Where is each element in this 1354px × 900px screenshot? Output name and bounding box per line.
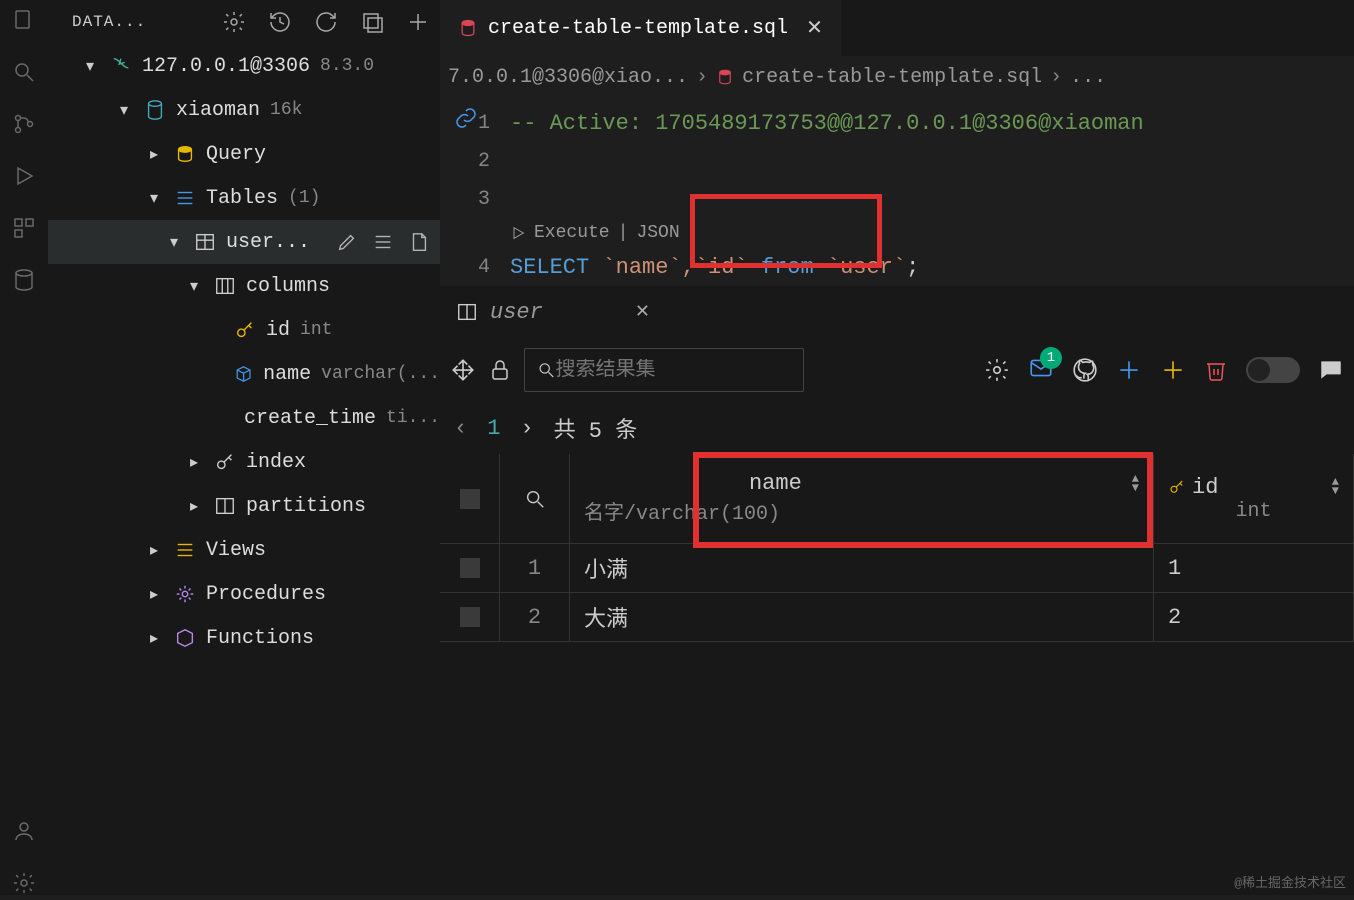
procedures-node[interactable]: ▸ Procedures — [48, 572, 440, 616]
results-panel: user ✕ 1 ‹ 1 › 共 5 — [440, 286, 1354, 895]
functions-icon — [174, 627, 196, 649]
cell-id[interactable]: 1 — [1154, 544, 1354, 593]
account-icon[interactable] — [12, 819, 36, 843]
search-results[interactable] — [524, 348, 804, 392]
search-icon[interactable] — [12, 60, 36, 84]
codelens[interactable]: Execute|JSON — [440, 218, 1354, 248]
database-icon[interactable] — [12, 268, 36, 292]
history-icon[interactable] — [268, 10, 292, 34]
partitions-icon — [214, 495, 236, 517]
comment-icon[interactable] — [1318, 357, 1344, 383]
cell-name[interactable]: 大满 — [570, 593, 1154, 642]
search-icon — [537, 360, 556, 380]
columns-node[interactable]: ▾ columns — [48, 264, 440, 308]
tables-node[interactable]: ▾ Tables (1) — [48, 176, 440, 220]
select-all-checkbox[interactable] — [460, 489, 480, 509]
column-create-time[interactable]: create_time ti... — [48, 396, 440, 440]
trash-icon[interactable] — [1204, 358, 1228, 382]
annotation-highlight — [690, 194, 882, 268]
github-icon[interactable] — [1072, 357, 1098, 383]
row-checkbox[interactable] — [460, 558, 480, 578]
search-icon[interactable] — [524, 488, 546, 510]
activity-bar — [0, 0, 48, 895]
partitions-node[interactable]: ▸ partitions — [48, 484, 440, 528]
editor-tabs: create-table-template.sql ✕ — [440, 0, 1354, 56]
link-icon[interactable] — [454, 106, 478, 130]
table-user-node[interactable]: ▾ user... — [48, 220, 440, 264]
next-page[interactable]: › — [520, 416, 533, 441]
file-icon[interactable] — [408, 231, 430, 253]
key-icon — [234, 319, 256, 341]
cell-id[interactable]: 2 — [1154, 593, 1354, 642]
functions-node[interactable]: ▸ Functions — [48, 616, 440, 660]
list-icon[interactable] — [372, 231, 394, 253]
move-icon[interactable] — [450, 357, 476, 383]
column-header-id[interactable]: id▲▼ int — [1154, 454, 1354, 544]
mail-icon[interactable]: 1 — [1028, 355, 1054, 386]
breadcrumb[interactable]: 7.0.0.1@3306@xiao...› create-table-templ… — [440, 56, 1354, 98]
plus-yellow-icon[interactable] — [1160, 357, 1186, 383]
settings-icon[interactable] — [12, 871, 36, 895]
result-tab-label[interactable]: user — [490, 300, 543, 325]
views-node[interactable]: ▸ Views — [48, 528, 440, 572]
gear-icon[interactable] — [984, 357, 1010, 383]
tab-sql-file[interactable]: create-table-template.sql ✕ — [440, 0, 841, 56]
table-icon — [456, 301, 478, 323]
close-icon[interactable]: ✕ — [806, 15, 823, 41]
cube-icon — [234, 363, 253, 385]
database-node[interactable]: ▾ xiaoman 16k — [48, 88, 440, 132]
key-icon — [1168, 478, 1186, 496]
annotation-highlight — [693, 452, 1153, 548]
toggle-switch[interactable] — [1246, 357, 1300, 383]
gear-icon[interactable] — [222, 10, 246, 34]
connection-node[interactable]: ▾ 127.0.0.1@3306 8.3.0 — [48, 44, 440, 88]
extensions-icon[interactable] — [12, 216, 36, 240]
row-number: 1 — [500, 544, 570, 593]
query-node[interactable]: ▸ Query — [48, 132, 440, 176]
procedures-icon — [174, 583, 196, 605]
prev-page[interactable]: ‹ — [454, 416, 467, 441]
play-icon[interactable] — [510, 225, 526, 241]
edit-icon[interactable] — [336, 231, 358, 253]
collapse-icon[interactable] — [360, 10, 384, 34]
row-checkbox[interactable] — [460, 607, 480, 627]
views-icon — [174, 539, 196, 561]
source-control-icon[interactable] — [12, 112, 36, 136]
table-icon — [194, 231, 216, 253]
column-name[interactable]: name varchar(... — [48, 352, 440, 396]
key-icon — [214, 451, 236, 473]
columns-icon — [214, 275, 236, 297]
debug-icon[interactable] — [12, 164, 36, 188]
search-input[interactable] — [556, 359, 791, 382]
close-result-icon[interactable]: ✕ — [635, 301, 650, 323]
cell-name[interactable]: 小满 — [570, 544, 1154, 593]
refresh-icon[interactable] — [314, 10, 338, 34]
sidebar: DATA... ▾ 127.0.0.1@3306 8.3.0 ▾ xiaoman… — [48, 0, 440, 895]
sidebar-title: DATA... — [72, 13, 222, 31]
column-id[interactable]: id int — [48, 308, 440, 352]
watermark: @稀土掘金技术社区 — [1234, 872, 1346, 891]
query-icon — [174, 143, 196, 165]
lock-icon[interactable] — [488, 358, 512, 382]
files-icon[interactable] — [12, 8, 36, 32]
tables-icon — [174, 187, 196, 209]
db-icon — [716, 68, 734, 86]
plus-icon[interactable] — [406, 10, 430, 34]
plus-blue-icon[interactable] — [1116, 357, 1142, 383]
code-editor[interactable]: 1-- Active: 1705489173753@@127.0.0.1@330… — [440, 98, 1354, 286]
pager: ‹ 1 › 共 5 条 — [440, 402, 1354, 454]
index-node[interactable]: ▸ index — [48, 440, 440, 484]
row-number: 2 — [500, 593, 570, 642]
